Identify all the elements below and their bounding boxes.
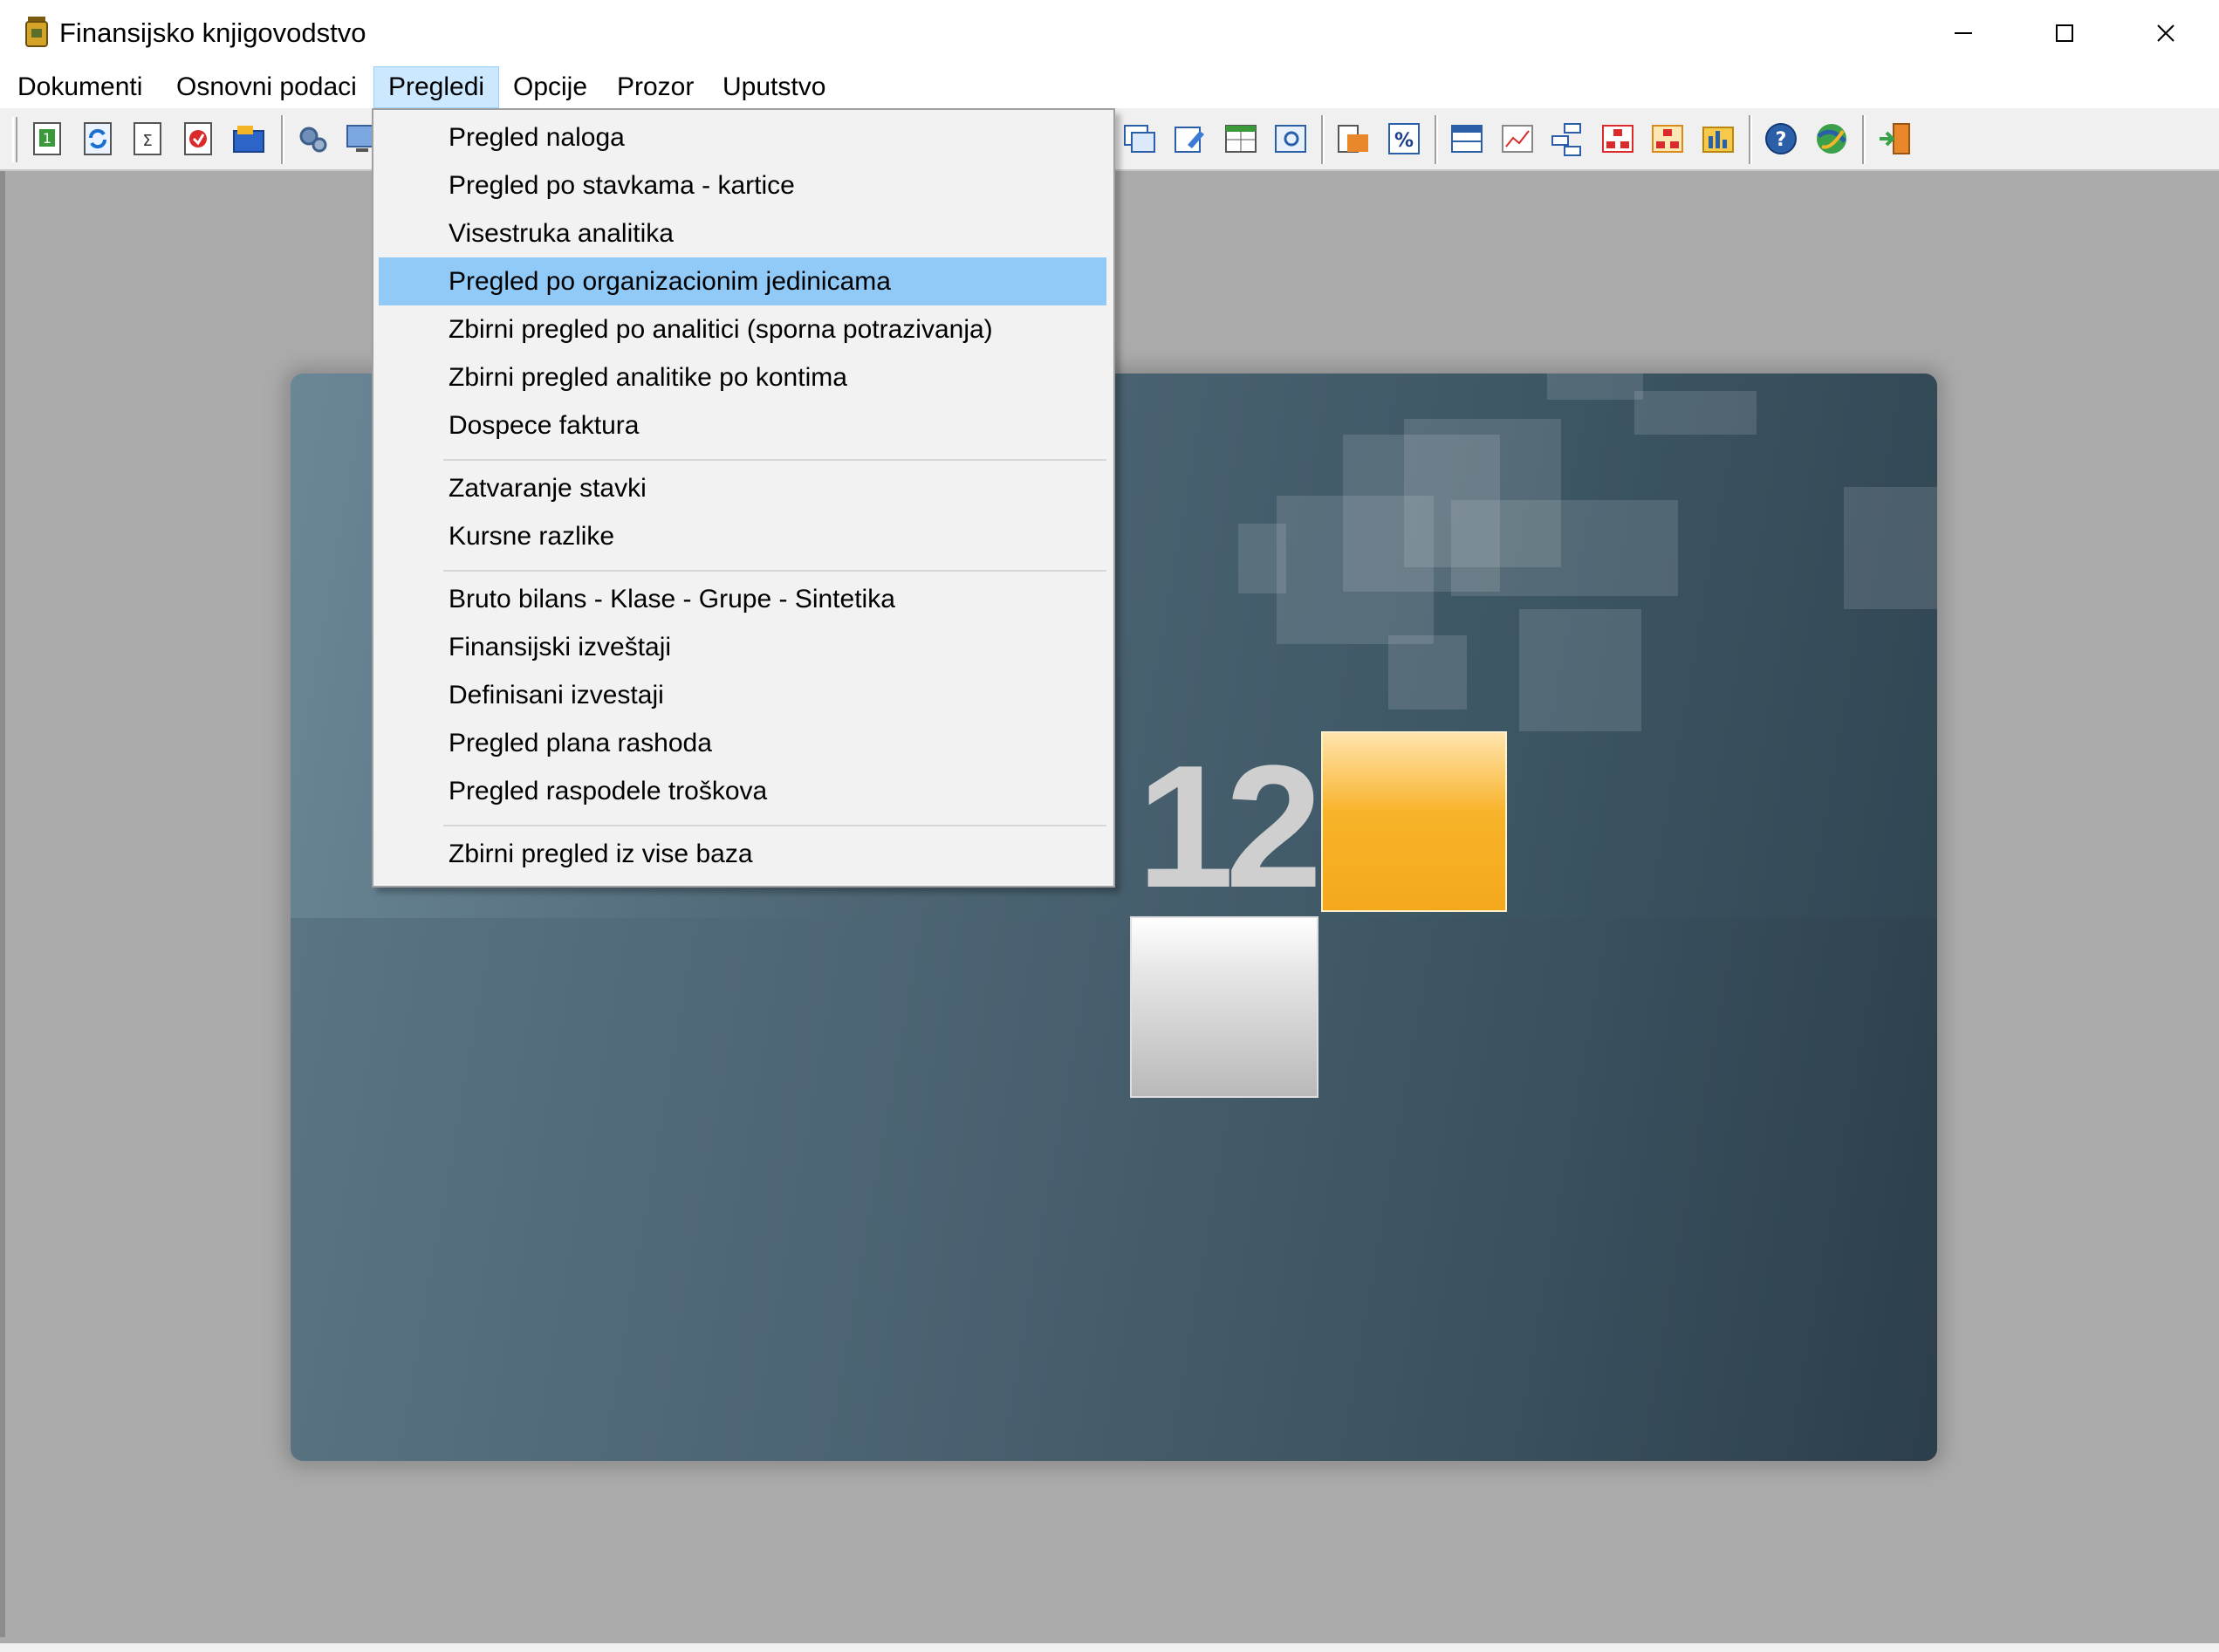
toolbar-separator: [1749, 115, 1752, 164]
menu-prozor[interactable]: Prozor: [603, 66, 708, 108]
menu-item-pregled-po-org-jedinicama[interactable]: Pregled po organizacionim jedinicama: [379, 257, 1106, 305]
grid-blue-icon[interactable]: [1447, 119, 1487, 159]
hierarchy-red-icon[interactable]: [1598, 119, 1638, 159]
svg-text:Σ: Σ: [142, 132, 152, 150]
open-folder-red-icon[interactable]: [178, 119, 218, 159]
maximize-icon: [2056, 24, 2073, 42]
bar-chart-folder-icon[interactable]: [1698, 119, 1738, 159]
decor-square: [1634, 391, 1757, 435]
document-journal-icon[interactable]: 1: [27, 119, 67, 159]
menu-item-finansijski-izvestaji[interactable]: Finansijski izveštaji: [379, 623, 1106, 671]
help-icon[interactable]: ?: [1761, 119, 1801, 159]
toolbar-separator: [1862, 115, 1866, 164]
toolbar-separator: [1321, 115, 1325, 164]
app-icon: [25, 15, 48, 48]
decor-square: [1451, 500, 1678, 596]
menu-item-zbirni-pregled-analitike[interactable]: Zbirni pregled analitike po kontima: [379, 353, 1106, 401]
menu-separator: [443, 459, 1106, 461]
workspace-edge: [0, 171, 5, 1637]
settings-gear-icon[interactable]: [293, 119, 333, 159]
refresh-icon[interactable]: [78, 119, 118, 159]
decor-square: [1277, 496, 1434, 644]
menu-separator: [443, 825, 1106, 826]
report-folder-icon[interactable]: [1333, 119, 1373, 159]
close-button[interactable]: [2117, 0, 2215, 66]
decor-square: [1519, 609, 1641, 731]
svg-text:%: %: [1394, 130, 1414, 152]
menu-opcije[interactable]: Opcije: [499, 66, 601, 108]
menu-separator: [443, 570, 1106, 572]
close-icon: [2157, 24, 2174, 42]
toolbar-grip[interactable]: [12, 117, 17, 162]
folder-box-icon[interactable]: [229, 119, 269, 159]
menu-item-dospece-faktura[interactable]: Dospece faktura: [379, 401, 1106, 449]
menu-bar: Dokumenti Osnovni podaci Pregledi Opcije…: [0, 66, 2219, 109]
menu-item-pregled-raspodele-troskova[interactable]: Pregled raspodele troškova: [379, 767, 1106, 815]
menu-item-pregled-naloga[interactable]: Pregled naloga: [379, 113, 1106, 161]
splash-reflection: [291, 918, 1937, 1461]
menu-item-pregled-plana-rashoda[interactable]: Pregled plana rashoda: [379, 719, 1106, 767]
percent-icon[interactable]: %: [1384, 119, 1424, 159]
svg-text:1: 1: [43, 130, 51, 147]
menu-item-visestruka-analitika[interactable]: Visestruka analitika: [379, 209, 1106, 257]
exit-door-icon[interactable]: [1874, 119, 1914, 159]
decor-square: [1388, 635, 1467, 709]
decor-square: [1547, 374, 1643, 400]
calculator-icon[interactable]: Σ: [127, 119, 168, 159]
minimize-icon: [1955, 32, 1972, 34]
menu-item-zbirni-pregled-po-analitici[interactable]: Zbirni pregled po analitici (sporna potr…: [379, 305, 1106, 353]
menu-uputstvo[interactable]: Uputstvo: [709, 66, 839, 108]
edit-form-icon[interactable]: [1170, 119, 1210, 159]
menu-pregledi[interactable]: Pregledi: [373, 66, 500, 108]
decor-square: [1844, 487, 1937, 609]
window-title: Finansijsko knjigovodstvo: [59, 17, 366, 48]
pregledi-dropdown-menu: Pregled naloga Pregled po stavkama - kar…: [372, 108, 1115, 888]
toolbar-separator: [1435, 115, 1438, 164]
svg-text:?: ?: [1776, 129, 1787, 151]
maximize-button[interactable]: [2016, 0, 2113, 66]
globe-icon[interactable]: [1811, 119, 1852, 159]
logo-orange-square: [1321, 731, 1507, 912]
grid-table-icon[interactable]: [1221, 119, 1261, 159]
menu-dokumenti[interactable]: Dokumenti: [3, 66, 156, 108]
window-list-icon[interactable]: [1120, 119, 1160, 159]
toolbar-separator: [281, 115, 284, 164]
menu-item-kursne-razlike[interactable]: Kursne razlike: [379, 512, 1106, 560]
version-number: 12: [1137, 730, 1322, 924]
menu-item-definisani-izvestaji[interactable]: Definisani izvestaji: [379, 671, 1106, 719]
menu-item-bruto-bilans[interactable]: Bruto bilans - Klase - Grupe - Sintetika: [379, 575, 1106, 623]
tree-diagram-icon[interactable]: [1547, 119, 1587, 159]
hierarchy-orange-icon[interactable]: [1647, 119, 1688, 159]
table-image-icon[interactable]: [1270, 119, 1311, 159]
menu-item-zatvaranje-stavki[interactable]: Zatvaranje stavki: [379, 464, 1106, 512]
decor-square: [1238, 524, 1286, 593]
minimize-button[interactable]: [1914, 0, 2012, 66]
menu-osnovni-podaci[interactable]: Osnovni podaci: [162, 66, 371, 108]
menu-item-zbirni-pregled-iz-vise-baza[interactable]: Zbirni pregled iz vise baza: [379, 830, 1106, 878]
title-bar: Finansijsko knjigovodstvo: [0, 0, 2219, 66]
line-chart-icon[interactable]: [1497, 119, 1538, 159]
menu-item-pregled-po-stavkama[interactable]: Pregled po stavkama - kartice: [379, 161, 1106, 209]
logo-gray-square: [1130, 916, 1318, 1098]
bottom-edge: [0, 1643, 2219, 1652]
